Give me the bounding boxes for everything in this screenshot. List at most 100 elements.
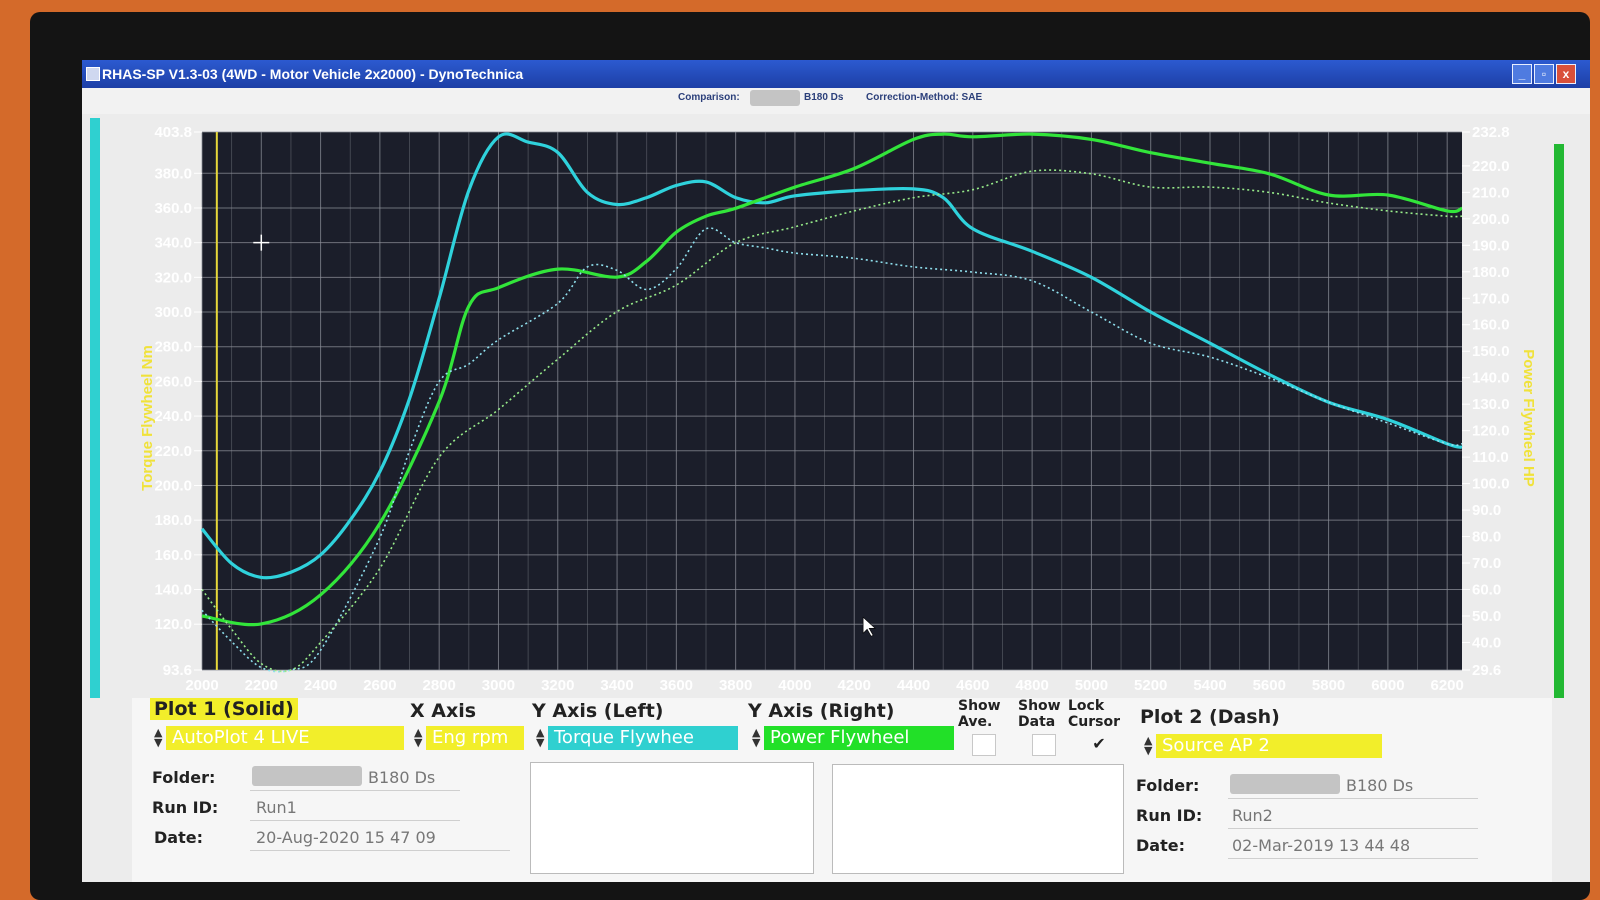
lock-cursor-label-1: Lock [1068, 698, 1105, 714]
left-tick-label: 403.8 [154, 124, 192, 141]
run1-folder-value: B180 Ds [368, 768, 436, 787]
show-data-label-2: Data [1018, 714, 1056, 730]
x-tick-label: 2800 [422, 677, 455, 694]
left-axis-title: Torque Flywheel Nm [139, 345, 156, 491]
y-left-title: Y Axis (Left) [532, 700, 664, 722]
dyno-chart[interactable]: 2000 2200 2400 2600 2800 3000 3200 3400 3600 3800… [100, 118, 1554, 698]
plot1-title: Plot 1 (Solid) [150, 698, 298, 720]
app-icon [86, 67, 100, 81]
title-bar: RHAS-SP V1.3-03 (4WD - Motor Vehicle 2x2… [82, 60, 1590, 88]
plot2-spinner[interactable]: ▲ ▼ [1144, 735, 1152, 756]
x-axis-title: X Axis [410, 700, 477, 722]
plot2-title: Plot 2 (Dash) [1140, 706, 1280, 728]
left-tick-label: 380.0 [154, 165, 192, 182]
y-left-spinner[interactable]: ▲ ▼ [536, 727, 544, 748]
window-title: RHAS-SP V1.3-03 (4WD - Motor Vehicle 2x2… [102, 66, 524, 82]
run1-date-label: Date: [154, 828, 203, 847]
left-tick-label: 260.0 [154, 373, 192, 390]
lock-cursor-checkbox[interactable]: ✔ [1088, 734, 1110, 754]
x-tick-label: 4600 [956, 677, 989, 694]
plot1-spinner[interactable]: ▲ ▼ [154, 727, 162, 748]
show-data-label-1: Show [1018, 698, 1061, 714]
x-tick-label: 5200 [1134, 677, 1167, 694]
x-tick-label: 4000 [778, 677, 811, 694]
left-axis-color-strip [90, 118, 100, 698]
x-tick-label: 3800 [719, 677, 752, 694]
left-tick-label: 120.0 [154, 616, 192, 633]
run2-notes-box[interactable] [832, 764, 1124, 874]
x-tick-label: 5400 [1193, 677, 1226, 694]
left-tick-label: 180.0 [154, 512, 192, 529]
x-tick-label: 4200 [838, 677, 871, 694]
show-data-checkbox[interactable] [1032, 734, 1056, 756]
plot2-source-select[interactable]: Source AP 2 [1156, 734, 1382, 758]
close-button[interactable]: x [1556, 64, 1576, 84]
y-right-select[interactable]: Power Flywheel [764, 726, 954, 750]
comparison-label: Comparison: [678, 92, 740, 103]
run1-notes-box[interactable] [530, 762, 814, 874]
left-tick-label: 340.0 [154, 235, 192, 252]
right-tick-label: 210.0 [1472, 184, 1510, 201]
x-tick-label: 5000 [1075, 677, 1108, 694]
show-ave-checkbox[interactable] [972, 734, 996, 756]
control-panel: Plot 1 (Solid) ▲ ▼ AutoPlot 4 LIVE X Axis… [132, 698, 1552, 882]
right-tick-label: 180.0 [1472, 264, 1510, 281]
run1-runid-underline [250, 820, 460, 821]
x-tick-label: 2000 [185, 677, 218, 694]
show-ave-label-2: Ave. [958, 714, 993, 730]
x-axis-spinner[interactable]: ▲ ▼ [414, 727, 422, 748]
left-tick-label: 93.6 [163, 662, 192, 679]
plot1-source-select[interactable]: AutoPlot 4 LIVE [166, 726, 404, 750]
right-tick-label: 160.0 [1472, 317, 1510, 334]
left-tick-label: 200.0 [154, 477, 192, 494]
minimize-button[interactable]: _ [1512, 64, 1532, 84]
y-right-spinner[interactable]: ▲ ▼ [752, 727, 760, 748]
right-tick-label: 60.0 [1472, 582, 1501, 599]
x-axis-select[interactable]: Eng rpm [426, 726, 524, 750]
x-tick-label: 3200 [541, 677, 574, 694]
run1-date-value: 20-Aug-2020 15 47 09 [256, 828, 436, 847]
right-tick-label: 140.0 [1472, 370, 1510, 387]
x-tick-label: 3400 [600, 677, 633, 694]
x-tick-label: 3600 [660, 677, 693, 694]
right-tick-label: 100.0 [1472, 476, 1510, 493]
run1-date-underline [250, 850, 510, 851]
run2-runid-underline [1228, 828, 1478, 829]
run2-date-label: Date: [1136, 836, 1185, 855]
y-right-title: Y Axis (Right) [748, 700, 895, 722]
left-tick-label: 280.0 [154, 339, 192, 356]
x-tick-label: 5800 [1312, 677, 1345, 694]
run1-folder-label: Folder: [152, 768, 216, 787]
run1-folder-underline [250, 790, 460, 791]
x-tick-label: 4800 [1015, 677, 1048, 694]
run2-folder-value: B180 Ds [1346, 776, 1414, 795]
right-tick-label: 190.0 [1472, 237, 1510, 254]
x-tick-label: 3000 [482, 677, 515, 694]
run2-date-value: 02-Mar-2019 13 44 48 [1232, 836, 1411, 855]
comparison-redacted [750, 90, 800, 106]
restore-button[interactable]: ▫ [1534, 64, 1554, 84]
left-tick-label: 300.0 [154, 304, 192, 321]
run2-date-underline [1228, 858, 1478, 859]
right-tick-label: 80.0 [1472, 529, 1501, 546]
run2-runid-value: Run2 [1232, 806, 1273, 825]
right-tick-label: 150.0 [1472, 343, 1510, 360]
right-tick-label: 70.0 [1472, 555, 1501, 572]
y-left-select[interactable]: Torque Flywhee [548, 726, 738, 750]
comparison-value: B180 Ds [804, 92, 844, 103]
app-window: RHAS-SP V1.3-03 (4WD - Motor Vehicle 2x2… [82, 60, 1590, 882]
x-tick-label: 2400 [304, 677, 337, 694]
run1-runid-value: Run1 [256, 798, 297, 817]
left-tick-label: 320.0 [154, 269, 192, 286]
right-tick-label: 220.0 [1472, 158, 1510, 175]
right-tick-label: 232.8 [1472, 124, 1510, 141]
lock-cursor-label-2: Cursor [1068, 714, 1121, 730]
x-tick-label: 2200 [245, 677, 278, 694]
right-tick-label: 130.0 [1472, 396, 1510, 413]
x-tick-label: 6000 [1371, 677, 1404, 694]
run1-runid-label: Run ID: [152, 798, 219, 817]
right-axis-title: Power Flywheel HP [1520, 349, 1537, 487]
right-tick-label: 50.0 [1472, 608, 1501, 625]
left-tick-label: 240.0 [154, 408, 192, 425]
right-tick-label: 120.0 [1472, 423, 1510, 440]
